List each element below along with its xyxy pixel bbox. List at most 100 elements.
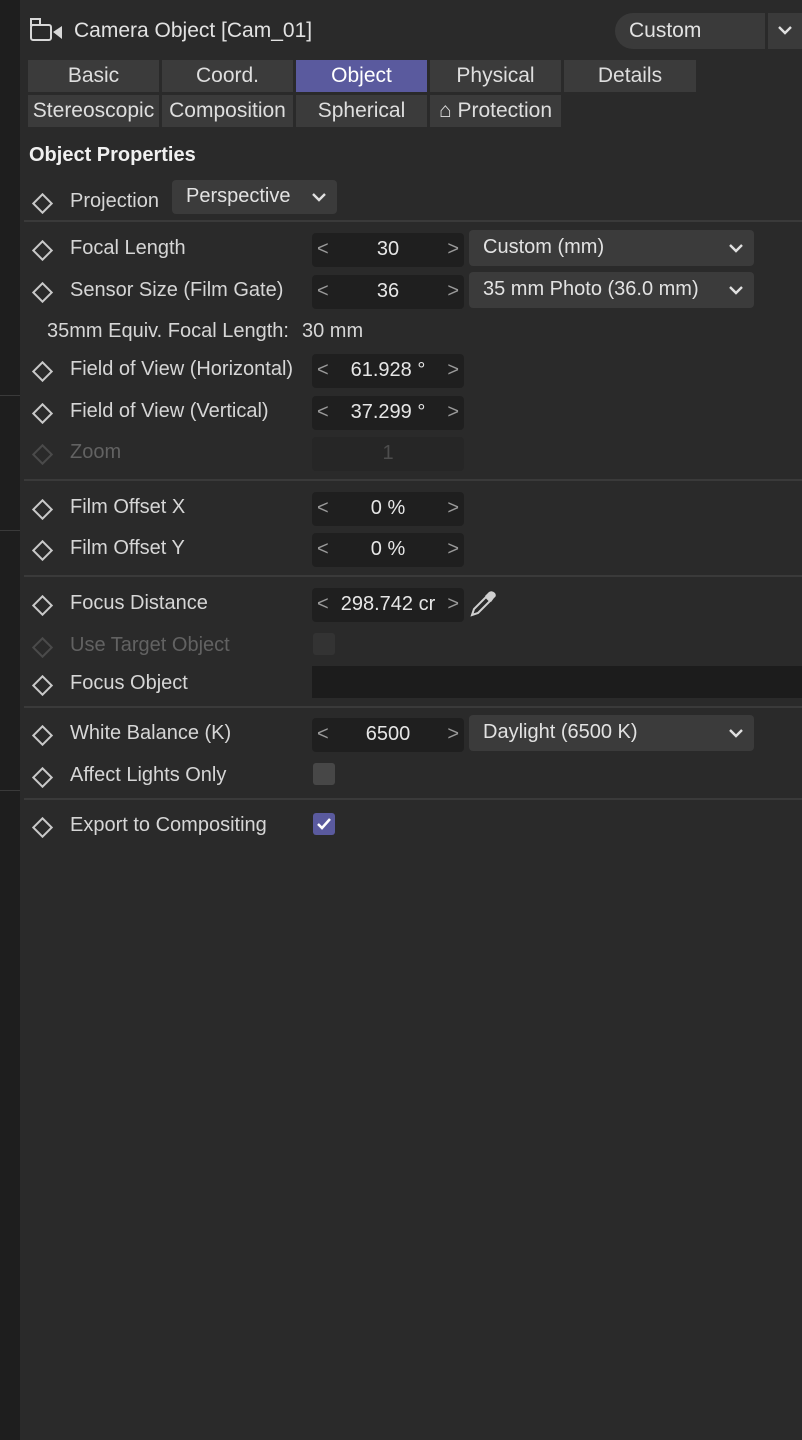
zoom-field: 1 [312,437,464,471]
row-projection: Projection Perspective [24,180,802,222]
affect-lights-only-label: Affect Lights Only [70,764,227,786]
increment-arrow-icon[interactable]: > [447,238,459,261]
increment-arrow-icon[interactable]: > [447,593,459,616]
preset-dropdown-arrow[interactable] [768,13,802,49]
tab-object[interactable]: Object [296,60,427,92]
separator [24,220,802,222]
sensor-size-preset-dropdown[interactable]: 35 mm Photo (36.0 mm) [469,272,754,308]
row-focus-object: Focus Object [24,666,802,704]
focal-length-preset: Custom (mm) [483,236,605,258]
tab-stereoscopic[interactable]: Stereoscopic [28,95,159,127]
affect-lights-only-checkbox[interactable] [313,763,335,785]
film-offset-y-value: 0 % [370,538,406,560]
increment-arrow-icon[interactable]: > [447,538,459,561]
decrement-arrow-icon[interactable]: < [317,238,329,261]
export-to-compositing-checkbox[interactable] [313,813,335,835]
projection-dropdown[interactable]: Perspective [172,180,337,214]
decrement-arrow-icon[interactable]: < [317,497,329,520]
attribute-header: Camera Object [Cam_01] Custom [20,0,802,60]
fov-vertical-field[interactable]: < 37.299 ° > [312,396,464,430]
focus-object-label: Focus Object [70,672,188,694]
decrement-arrow-icon[interactable]: < [317,280,329,303]
eyedropper-icon[interactable] [468,589,498,619]
preset-dropdown[interactable]: Custom [615,13,765,49]
keyframe-diamond-icon[interactable] [31,402,54,425]
row-export-to-compositing: Export to Compositing [24,810,802,846]
fov-vertical-label: Field of View (Vertical) [70,400,269,422]
tab-details[interactable]: Details [564,60,696,92]
focus-distance-label: Focus Distance [70,592,208,614]
decrement-arrow-icon[interactable]: < [317,723,329,746]
decrement-arrow-icon[interactable]: < [317,359,329,382]
zoom-label: Zoom [70,441,122,463]
separator [24,479,802,481]
keyframe-diamond-icon[interactable] [31,766,54,789]
chevron-down-icon [729,244,743,253]
projection-value: Perspective [186,185,291,207]
increment-arrow-icon[interactable]: > [447,401,459,424]
row-sensor-size: Sensor Size (Film Gate) < 36 > 35 mm Pho… [24,272,802,311]
fov-horizontal-field[interactable]: < 61.928 ° > [312,354,464,388]
white-balance-field[interactable]: < 6500 > [312,718,464,752]
keyframe-diamond-icon[interactable] [31,594,54,617]
keyframe-diamond-icon[interactable] [31,239,54,262]
row-affect-lights-only: Affect Lights Only [24,760,802,796]
projection-label: Projection [70,190,159,212]
keyframe-diamond-icon[interactable] [31,192,54,215]
fov-horizontal-value: 61.928 ° [350,359,426,381]
film-offset-x-value: 0 % [370,497,406,519]
keyframe-diamond-icon [31,636,54,659]
increment-arrow-icon[interactable]: > [447,723,459,746]
increment-arrow-icon[interactable]: > [447,497,459,520]
keyframe-diamond-icon[interactable] [31,281,54,304]
keyframe-diamond-icon[interactable] [31,360,54,383]
separator [24,575,802,577]
camera-icon [30,18,62,41]
tab-composition[interactable]: Composition [162,95,293,127]
sensor-size-field[interactable]: < 36 > [312,275,464,309]
focal-length-preset-dropdown[interactable]: Custom (mm) [469,230,754,266]
zoom-value: 1 [382,442,394,464]
object-title: Camera Object [Cam_01] [74,19,313,42]
row-white-balance: White Balance (K) < 6500 > Daylight (650… [24,715,802,754]
tab-basic[interactable]: Basic [28,60,159,92]
film-offset-x-field[interactable]: < 0 % > [312,492,464,526]
row-zoom: Zoom 1 [24,437,802,473]
tab-protection[interactable]: ⌂ Protection [430,95,561,127]
decrement-arrow-icon[interactable]: < [317,401,329,424]
row-film-offset-x: Film Offset X < 0 % > [24,492,802,528]
chevron-down-icon [729,729,743,738]
checkmark-icon [317,818,331,830]
focal-length-field[interactable]: < 30 > [312,233,464,267]
keyframe-diamond-icon[interactable] [31,674,54,697]
keyframe-diamond-icon[interactable] [31,539,54,562]
row-focal-length: Focal Length < 30 > Custom (mm) [24,230,802,269]
fov-horizontal-label: Field of View (Horizontal) [70,358,294,380]
decrement-arrow-icon[interactable]: < [317,593,329,616]
film-offset-x-label: Film Offset X [70,496,186,518]
tab-spherical[interactable]: Spherical [296,95,427,127]
decrement-arrow-icon[interactable]: < [317,538,329,561]
keyframe-diamond-icon[interactable] [31,724,54,747]
section-title: Object Properties [29,144,196,166]
chevron-down-icon [778,26,792,35]
tab-coord[interactable]: Coord. [162,60,293,92]
focus-distance-value: 298.742 cr [340,593,436,615]
tab-physical[interactable]: Physical [430,60,561,92]
keyframe-diamond-icon[interactable] [31,498,54,521]
white-balance-preset-dropdown[interactable]: Daylight (6500 K) [469,715,754,751]
increment-arrow-icon[interactable]: > [447,280,459,303]
row-use-target-object: Use Target Object [24,630,802,666]
keyframe-diamond-icon[interactable] [31,816,54,839]
focal-length-value: 30 [376,238,400,260]
use-target-object-checkbox [313,633,335,655]
increment-arrow-icon[interactable]: > [447,359,459,382]
film-offset-y-field[interactable]: < 0 % > [312,533,464,567]
focus-distance-field[interactable]: < 298.742 cr > [312,588,464,622]
keyframe-diamond-icon [31,443,54,466]
white-balance-preset: Daylight (6500 K) [483,721,638,743]
row-film-offset-y: Film Offset Y < 0 % > [24,533,802,569]
sensor-size-preset: 35 mm Photo (36.0 mm) [483,278,699,300]
focus-object-link-field[interactable] [312,666,802,698]
row-fov-vertical: Field of View (Vertical) < 37.299 ° > [24,396,802,432]
